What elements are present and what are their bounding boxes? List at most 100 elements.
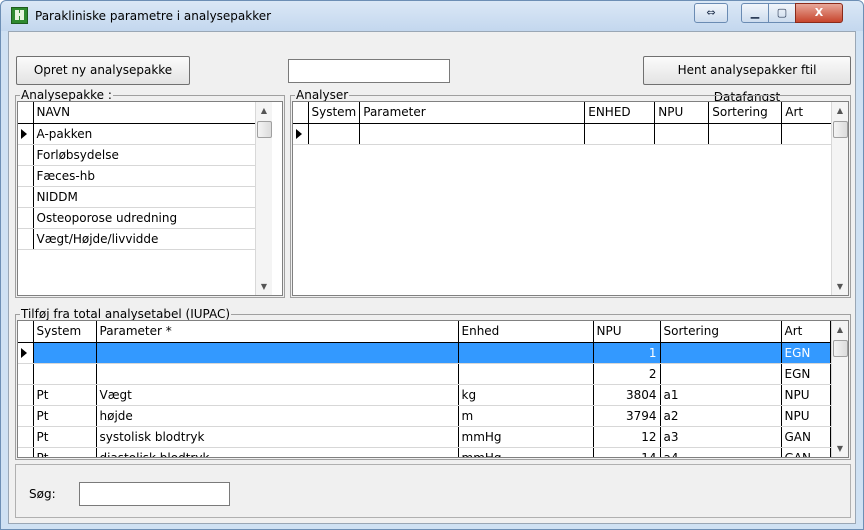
iupac-row[interactable]: Pt diastolisk blodtryk mmHg 14 a4 GAN: [18, 447, 831, 457]
scroll-up-icon[interactable]: ▲: [832, 321, 848, 338]
iupac-cell-system[interactable]: Pt: [33, 384, 97, 406]
scroll-down-icon[interactable]: ▼: [832, 278, 848, 295]
iupac-row[interactable]: Pt højde m 3794 a2 NPU: [18, 405, 831, 427]
iupac-cell-sortering[interactable]: a3: [660, 426, 782, 448]
package-row[interactable]: Osteoporose udredning: [18, 207, 256, 229]
scroll-up-icon[interactable]: ▲: [832, 102, 848, 119]
scroll-up-icon[interactable]: ▲: [256, 102, 272, 119]
iupac-cell-art[interactable]: EGN: [781, 363, 831, 385]
iupac-header-npu[interactable]: NPU: [593, 321, 661, 343]
analyses-header-parameter[interactable]: Parameter: [359, 102, 586, 124]
analyses-vscroll[interactable]: ▲ ▼: [831, 102, 848, 295]
iupac-cell-sortering[interactable]: a1: [660, 384, 782, 406]
row-selector[interactable]: [18, 165, 34, 187]
package-vscroll[interactable]: ▲ ▼: [255, 102, 272, 295]
analyses-cell[interactable]: [584, 123, 656, 145]
iupac-header-parameter[interactable]: Parameter *: [96, 321, 459, 343]
iupac-row[interactable]: Pt systolisk blodtryk mmHg 12 a3 GAN: [18, 426, 831, 448]
iupac-cell-enhed[interactable]: mmHg: [458, 447, 594, 457]
package-grid[interactable]: NAVN A-pakken Forløbsydelse Fæces-hb NID…: [17, 101, 283, 296]
row-selector[interactable]: [18, 207, 34, 229]
resize-toggle-button[interactable]: ⇔: [694, 3, 728, 23]
iupac-cell-art[interactable]: EGN: [781, 342, 831, 364]
maximize-button[interactable]: ▢: [768, 3, 796, 23]
row-selector[interactable]: [18, 384, 34, 406]
iupac-cell-enhed[interactable]: [458, 342, 594, 364]
analyses-header-system[interactable]: System: [308, 102, 361, 124]
iupac-cell-art[interactable]: GAN: [781, 426, 831, 448]
row-selector[interactable]: [18, 228, 34, 250]
close-button[interactable]: X: [795, 3, 843, 23]
scroll-thumb[interactable]: [833, 121, 848, 138]
package-name-cell[interactable]: Fæces-hb: [33, 165, 256, 187]
iupac-vscroll[interactable]: ▲ ▼: [831, 321, 848, 457]
iupac-cell-sortering[interactable]: a4: [660, 447, 782, 457]
iupac-cell-system[interactable]: Pt: [33, 447, 97, 457]
iupac-row[interactable]: Pt Vægt kg 3804 a1 NPU: [18, 384, 831, 406]
iupac-cell-npu[interactable]: 12: [593, 426, 661, 448]
search-input[interactable]: [79, 482, 230, 506]
iupac-cell-system[interactable]: Pt: [33, 426, 97, 448]
row-selector[interactable]: [18, 342, 34, 364]
iupac-cell-system[interactable]: [33, 342, 97, 364]
iupac-cell-sortering[interactable]: [660, 363, 782, 385]
package-name-cell[interactable]: NIDDM: [33, 186, 256, 208]
row-selector[interactable]: [18, 363, 34, 385]
iupac-cell-sortering[interactable]: [660, 342, 782, 364]
package-row[interactable]: Vægt/Højde/livvidde: [18, 228, 256, 250]
package-row[interactable]: Forløbsydelse: [18, 144, 256, 166]
package-row[interactable]: NIDDM: [18, 186, 256, 208]
iupac-cell-enhed[interactable]: mmHg: [458, 426, 594, 448]
iupac-cell-enhed[interactable]: kg: [458, 384, 594, 406]
package-name-cell[interactable]: Forløbsydelse: [33, 144, 256, 166]
iupac-cell-parameter[interactable]: [96, 342, 459, 364]
iupac-cell-parameter[interactable]: diastolisk blodtryk: [96, 447, 459, 457]
iupac-cell-parameter[interactable]: Vægt: [96, 384, 459, 406]
row-selector[interactable]: [18, 144, 34, 166]
package-name-cell[interactable]: Osteoporose udredning: [33, 207, 256, 229]
iupac-cell-npu[interactable]: 1: [593, 342, 661, 364]
analyses-header-art[interactable]: Art: [781, 102, 838, 124]
row-selector[interactable]: [18, 426, 34, 448]
title-bar[interactable]: Parakliniske parametre i analysepakker ⇔…: [1, 1, 863, 31]
create-package-button[interactable]: Opret ny analysepakke: [16, 56, 190, 85]
package-row[interactable]: A-pakken: [18, 123, 256, 145]
iupac-cell-npu[interactable]: 2: [593, 363, 661, 385]
iupac-cell-parameter[interactable]: systolisk blodtryk: [96, 426, 459, 448]
analyses-header-enhed[interactable]: ENHED: [584, 102, 656, 124]
analyses-grid[interactable]: System Parameter ENHED NPU Sortering Art: [292, 101, 849, 296]
iupac-cell-system[interactable]: [33, 363, 97, 385]
analyses-header-npu[interactable]: NPU: [654, 102, 710, 124]
scroll-thumb[interactable]: [257, 121, 272, 138]
row-selector[interactable]: [18, 405, 34, 427]
analyses-cell[interactable]: [308, 123, 361, 145]
iupac-cell-art[interactable]: NPU: [781, 384, 831, 406]
iupac-cell-art[interactable]: GAN: [781, 447, 831, 457]
iupac-cell-parameter[interactable]: højde: [96, 405, 459, 427]
row-selector[interactable]: [18, 123, 34, 145]
iupac-header-enhed[interactable]: Enhed: [458, 321, 594, 343]
iupac-cell-system[interactable]: Pt: [33, 405, 97, 427]
iupac-cell-sortering[interactable]: a2: [660, 405, 782, 427]
iupac-cell-npu[interactable]: 14: [593, 447, 661, 457]
iupac-cell-enhed[interactable]: [458, 363, 594, 385]
analyses-cell[interactable]: [708, 123, 783, 145]
iupac-grid[interactable]: System Parameter * Enhed NPU Sortering A…: [17, 320, 849, 458]
package-row[interactable]: Fæces-hb: [18, 165, 256, 187]
row-selector[interactable]: [18, 447, 34, 457]
iupac-header-sortering[interactable]: Sortering: [660, 321, 782, 343]
analyses-header-sortering[interactable]: Sortering: [708, 102, 783, 124]
analyses-cell[interactable]: [359, 123, 586, 145]
package-name-input[interactable]: [288, 59, 450, 83]
iupac-cell-npu[interactable]: 3794: [593, 405, 661, 427]
package-header-navn[interactable]: NAVN: [33, 102, 256, 124]
iupac-header-system[interactable]: System: [33, 321, 97, 343]
iupac-cell-enhed[interactable]: m: [458, 405, 594, 427]
iupac-row-selected[interactable]: 1 EGN: [18, 342, 831, 364]
row-selector[interactable]: [18, 186, 34, 208]
scroll-thumb[interactable]: [833, 340, 848, 357]
analyses-cell[interactable]: [654, 123, 710, 145]
package-name-cell[interactable]: Vægt/Højde/livvidde: [33, 228, 256, 250]
minimize-button[interactable]: ▁: [741, 3, 769, 23]
iupac-cell-art[interactable]: NPU: [781, 405, 831, 427]
